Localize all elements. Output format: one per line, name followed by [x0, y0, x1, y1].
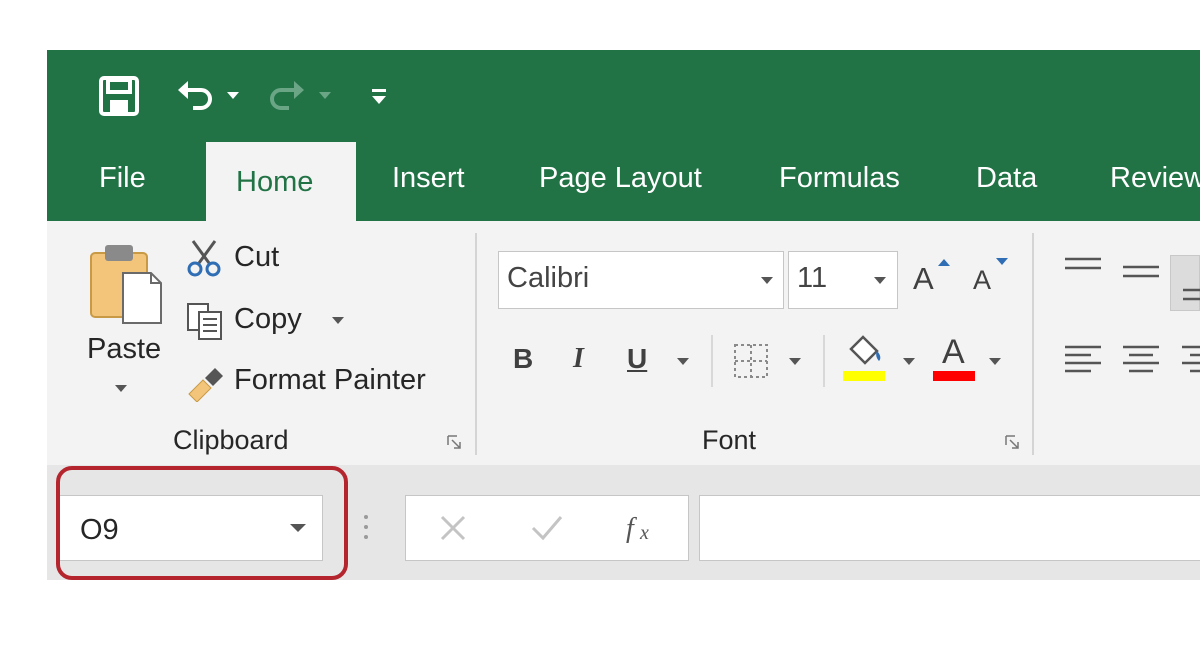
undo-icon — [178, 81, 212, 110]
font-divider-2 — [823, 335, 825, 387]
copy-button[interactable]: Copy — [185, 301, 355, 341]
font-family-dropdown-icon — [761, 277, 773, 284]
bold-icon[interactable]: B — [513, 343, 533, 375]
grow-font-glyph: A — [913, 261, 934, 296]
redo-button[interactable] — [267, 74, 331, 118]
scissors-icon — [187, 240, 221, 277]
tab-home[interactable]: Home — [206, 142, 356, 221]
italic-icon[interactable]: I — [573, 343, 584, 375]
align-middle-icon[interactable] — [1121, 261, 1161, 291]
align-bottom-button[interactable] — [1170, 255, 1200, 311]
font-dialog-launcher-icon[interactable] — [1005, 435, 1019, 449]
quick-access-toolbar — [47, 50, 1200, 142]
align-top-icon[interactable] — [1063, 255, 1103, 285]
fill-color-dropdown-icon[interactable] — [903, 358, 915, 365]
fill-color-button[interactable] — [843, 333, 887, 383]
tab-review[interactable]: Review — [1110, 162, 1200, 195]
shrink-font-glyph: A — [973, 265, 992, 295]
customize-qat-icon — [372, 89, 386, 104]
formula-bar-grip-icon[interactable] — [362, 513, 370, 543]
font-divider — [711, 335, 713, 387]
paste-dropdown-icon[interactable] — [115, 385, 127, 392]
svg-text:f: f — [626, 513, 637, 544]
font-size-value: 11 — [797, 262, 828, 294]
align-right-icon[interactable] — [1170, 343, 1200, 377]
grow-arrow-icon — [938, 259, 950, 266]
tab-data[interactable]: Data — [976, 162, 1037, 195]
svg-text:x: x — [639, 522, 649, 544]
save-button[interactable] — [97, 74, 141, 118]
copy-icon — [187, 303, 222, 340]
font-family-value: Calibri — [507, 262, 590, 294]
shrink-arrow-icon — [996, 258, 1008, 265]
paintbrush-icon — [188, 368, 223, 402]
format-painter-button[interactable]: Format Painter — [185, 362, 445, 402]
font-size-select[interactable]: 11 — [788, 251, 898, 309]
underline-icon[interactable]: U — [627, 343, 647, 375]
fill-color-swatch — [843, 371, 885, 381]
font-size-dropdown-icon — [874, 277, 886, 284]
tab-page-layout[interactable]: Page Layout — [539, 162, 702, 195]
align-center-icon[interactable] — [1121, 343, 1161, 377]
cancel-icon[interactable] — [438, 513, 468, 543]
font-color-icon: A — [942, 333, 965, 371]
copy-label: Copy — [234, 303, 302, 335]
formula-input[interactable] — [699, 495, 1200, 561]
paste-icon — [90, 245, 162, 324]
underline-dropdown-icon[interactable] — [677, 358, 689, 365]
group-separator — [475, 233, 477, 455]
tab-file[interactable]: File — [99, 162, 146, 195]
tab-formulas[interactable]: Formulas — [779, 162, 900, 195]
clipboard-dialog-launcher-icon[interactable] — [447, 435, 461, 449]
font-color-swatch — [933, 371, 975, 381]
ribbon-tabs: File Home Insert Page Layout Formulas Da… — [47, 142, 1200, 221]
redo-icon — [270, 81, 304, 110]
format-painter-label: Format Painter — [234, 364, 426, 396]
fill-bucket-icon — [849, 335, 881, 365]
paste-button[interactable]: Paste — [85, 237, 169, 407]
name-box-highlight — [56, 466, 348, 580]
font-color-dropdown-icon[interactable] — [989, 358, 1001, 365]
increase-font-size-button[interactable]: A — [913, 257, 953, 303]
align-left-icon[interactable] — [1063, 343, 1103, 377]
fx-icon[interactable]: f x — [624, 511, 664, 545]
customize-qat-button[interactable] — [367, 74, 391, 118]
cut-label: Cut — [234, 241, 280, 273]
decrease-font-size-button[interactable]: A — [973, 257, 1013, 303]
font-group-label: Font — [702, 425, 757, 455]
undo-button[interactable] — [175, 74, 239, 118]
ribbon: Paste Cut Copy Format Painter Clipboard … — [47, 221, 1200, 465]
paste-label: Paste — [87, 333, 162, 365]
save-icon — [99, 76, 139, 116]
font-color-button[interactable]: A — [933, 333, 977, 383]
formula-buttons: f x — [405, 495, 689, 561]
cut-button[interactable]: Cut — [185, 239, 295, 279]
borders-dropdown-icon[interactable] — [789, 358, 801, 365]
tab-insert[interactable]: Insert — [392, 162, 465, 195]
borders-icon[interactable] — [733, 343, 769, 379]
font-family-select[interactable]: Calibri — [498, 251, 784, 309]
clipboard-group-label: Clipboard — [173, 425, 289, 455]
group-separator-2 — [1032, 233, 1034, 455]
align-bottom-icon — [1183, 288, 1200, 301]
copy-dropdown-icon[interactable] — [332, 317, 344, 324]
enter-icon[interactable] — [530, 513, 564, 543]
